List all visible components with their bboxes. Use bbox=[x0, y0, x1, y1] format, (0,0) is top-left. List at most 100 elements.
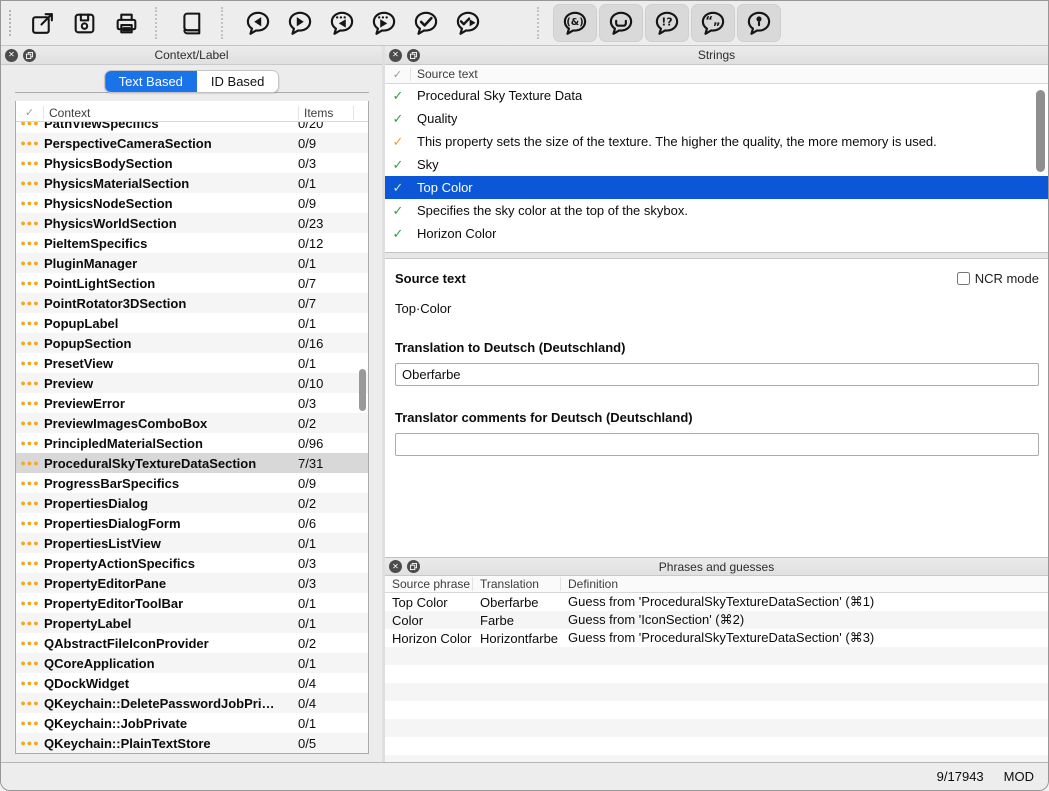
unfinished-dots-icon: ●●● bbox=[16, 738, 44, 748]
unfinished-dots-icon: ●●● bbox=[16, 478, 44, 488]
context-row[interactable]: ●●●PointRotator3DSection0/7 bbox=[16, 293, 368, 313]
next-unfinished-icon bbox=[370, 9, 398, 37]
context-row[interactable]: ●●●PerspectiveCameraSection0/9 bbox=[16, 133, 368, 153]
string-row[interactable]: ✓Quality bbox=[385, 107, 1048, 130]
source-phrase-column-header[interactable]: Source phrase bbox=[385, 577, 473, 591]
string-row[interactable]: ✓Procedural Sky Texture Data bbox=[385, 84, 1048, 107]
unfinished-dots-icon: ●●● bbox=[16, 598, 44, 608]
context-name: PointRotator3DSection bbox=[44, 296, 298, 311]
context-row[interactable]: ●●●ProceduralSkyTextureDataSection7/31 bbox=[16, 453, 368, 473]
context-row[interactable]: ●●●QKeychain::PlainTextStore0/5 bbox=[16, 733, 368, 753]
context-name: PropertyEditorPane bbox=[44, 576, 298, 591]
context-column-header[interactable]: Context bbox=[44, 106, 298, 120]
context-row[interactable]: ●●●QDockWidget0/4 bbox=[16, 673, 368, 693]
check-column-header[interactable]: ✓ bbox=[16, 106, 44, 119]
translation-input[interactable] bbox=[395, 363, 1039, 386]
context-name: PointLightSection bbox=[44, 276, 298, 291]
context-row[interactable]: ●●●PropertyEditorToolBar0/1 bbox=[16, 593, 368, 613]
items-column-header[interactable]: Items bbox=[298, 106, 354, 120]
phrase-row[interactable]: ColorFarbeGuess from 'IconSection' (⌘2) bbox=[385, 611, 1048, 629]
ncr-mode-checkbox[interactable] bbox=[957, 272, 970, 285]
context-name: PropertiesDialogForm bbox=[44, 516, 298, 531]
float-icon[interactable] bbox=[407, 560, 420, 573]
toolbar-drag-handle[interactable] bbox=[9, 10, 15, 36]
check-column-header[interactable]: ✓ bbox=[385, 68, 411, 81]
prev-unfinished-button[interactable] bbox=[321, 4, 363, 42]
accelerators-toggle[interactable]: (&) bbox=[553, 4, 597, 42]
context-row[interactable]: ●●●PhysicsMaterialSection0/1 bbox=[16, 173, 368, 193]
string-row[interactable]: ✓Sky bbox=[385, 153, 1048, 176]
string-row[interactable]: ✓Specifies the sky color at the top of t… bbox=[385, 199, 1048, 222]
string-row[interactable]: ✓Horizon Color bbox=[385, 222, 1048, 245]
tab-text-based[interactable]: Text Based bbox=[105, 71, 197, 92]
context-row[interactable]: ●●●PropertyLabel0/1 bbox=[16, 613, 368, 633]
context-row[interactable]: ●●●PropertyActionSpecifics0/3 bbox=[16, 553, 368, 573]
phrases-dock-titlebar: ✕ Phrases and guesses bbox=[385, 557, 1048, 576]
status-modified-badge: MOD bbox=[1004, 769, 1034, 784]
context-table-body: ●●●PathViewSpecifics0/20●●●PerspectiveCa… bbox=[16, 122, 368, 753]
context-row[interactable]: ●●●PopupLabel0/1 bbox=[16, 313, 368, 333]
surrounding-whitespace-toggle[interactable] bbox=[599, 4, 643, 42]
context-name: PrincipledMaterialSection bbox=[44, 436, 298, 451]
float-icon[interactable] bbox=[23, 49, 36, 62]
close-icon[interactable]: ✕ bbox=[389, 49, 402, 62]
context-name: PropertiesListView bbox=[44, 536, 298, 551]
translation-column-header[interactable]: Translation bbox=[473, 577, 561, 591]
context-scrollbar-thumb[interactable] bbox=[359, 369, 366, 411]
context-row[interactable]: ●●●PreviewImagesComboBox0/2 bbox=[16, 413, 368, 433]
next-unfinished-button[interactable] bbox=[363, 4, 405, 42]
string-row[interactable]: ✓This property sets the size of the text… bbox=[385, 130, 1048, 153]
context-row[interactable]: ●●●Preview0/10 bbox=[16, 373, 368, 393]
context-items-count: 7/31 bbox=[298, 456, 368, 471]
done-button[interactable] bbox=[405, 4, 447, 42]
context-row[interactable]: ●●●QKeychain::DeletePasswordJobPri…0/4 bbox=[16, 693, 368, 713]
phrase-row-empty bbox=[385, 683, 1048, 701]
next-button[interactable] bbox=[279, 4, 321, 42]
context-row[interactable]: ●●●PathViewSpecifics0/20 bbox=[16, 122, 368, 133]
float-icon[interactable] bbox=[407, 49, 420, 62]
phrase-row[interactable]: Horizon ColorHorizontfarbeGuess from 'Pr… bbox=[385, 629, 1048, 647]
context-row[interactable]: ●●●PhysicsNodeSection0/9 bbox=[16, 193, 368, 213]
context-row[interactable]: ●●●QKeychain::JobPrivate0/1 bbox=[16, 713, 368, 733]
context-row[interactable]: ●●●PropertiesListView0/1 bbox=[16, 533, 368, 553]
context-row[interactable]: ●●●PluginManager0/1 bbox=[16, 253, 368, 273]
context-row[interactable]: ●●●PieItemSpecifics0/12 bbox=[16, 233, 368, 253]
phrase-row[interactable]: Top ColorOberfarbeGuess from 'Procedural… bbox=[385, 593, 1048, 611]
source-text-column-header[interactable]: Source text bbox=[411, 67, 478, 81]
context-items-count: 0/6 bbox=[298, 516, 368, 531]
close-icon[interactable]: ✕ bbox=[389, 560, 402, 573]
save-button[interactable] bbox=[63, 4, 105, 42]
phrase-matches-toggle[interactable]: “„ bbox=[691, 4, 735, 42]
context-row[interactable]: ●●●PresetView0/1 bbox=[16, 353, 368, 373]
context-row[interactable]: ●●●PropertiesDialogForm0/6 bbox=[16, 513, 368, 533]
context-row[interactable]: ●●●PropertyEditorPane0/3 bbox=[16, 573, 368, 593]
close-icon[interactable]: ✕ bbox=[5, 49, 18, 62]
phrase-definition: Guess from 'IconSection' (⌘2) bbox=[561, 612, 1048, 628]
done-and-next-button[interactable] bbox=[447, 4, 489, 42]
context-row[interactable]: ●●●PhysicsWorldSection0/23 bbox=[16, 213, 368, 233]
tab-id-based[interactable]: ID Based bbox=[197, 71, 278, 92]
phrasebook-button[interactable] bbox=[171, 4, 213, 42]
print-button[interactable] bbox=[105, 4, 147, 42]
unfinished-dots-icon: ●●● bbox=[16, 618, 44, 628]
context-row[interactable]: ●●●PointLightSection0/7 bbox=[16, 273, 368, 293]
place-markers-toggle-icon bbox=[745, 9, 773, 37]
context-row[interactable]: ●●●PopupSection0/16 bbox=[16, 333, 368, 353]
source-text: This property sets the size of the textu… bbox=[411, 134, 937, 149]
string-row[interactable]: ✓Top Color bbox=[385, 176, 1048, 199]
context-row[interactable]: ●●●QCoreApplication0/1 bbox=[16, 653, 368, 673]
open-button[interactable] bbox=[21, 4, 63, 42]
translator-comments-input[interactable] bbox=[395, 433, 1039, 456]
context-row[interactable]: ●●●PrincipledMaterialSection0/96 bbox=[16, 433, 368, 453]
context-row[interactable]: ●●●PreviewError0/3 bbox=[16, 393, 368, 413]
strings-scrollbar-thumb[interactable] bbox=[1036, 90, 1045, 172]
ending-punctuation-toggle[interactable]: !? bbox=[645, 4, 689, 42]
prev-button[interactable] bbox=[237, 4, 279, 42]
context-row[interactable]: ●●●PropertiesDialog0/2 bbox=[16, 493, 368, 513]
definition-column-header[interactable]: Definition bbox=[561, 577, 1048, 591]
context-name: ProceduralSkyTextureDataSection bbox=[44, 456, 298, 471]
context-row[interactable]: ●●●ProgressBarSpecifics0/9 bbox=[16, 473, 368, 493]
context-row[interactable]: ●●●QAbstractFileIconProvider0/2 bbox=[16, 633, 368, 653]
place-markers-toggle[interactable] bbox=[737, 4, 781, 42]
context-row[interactable]: ●●●PhysicsBodySection0/3 bbox=[16, 153, 368, 173]
